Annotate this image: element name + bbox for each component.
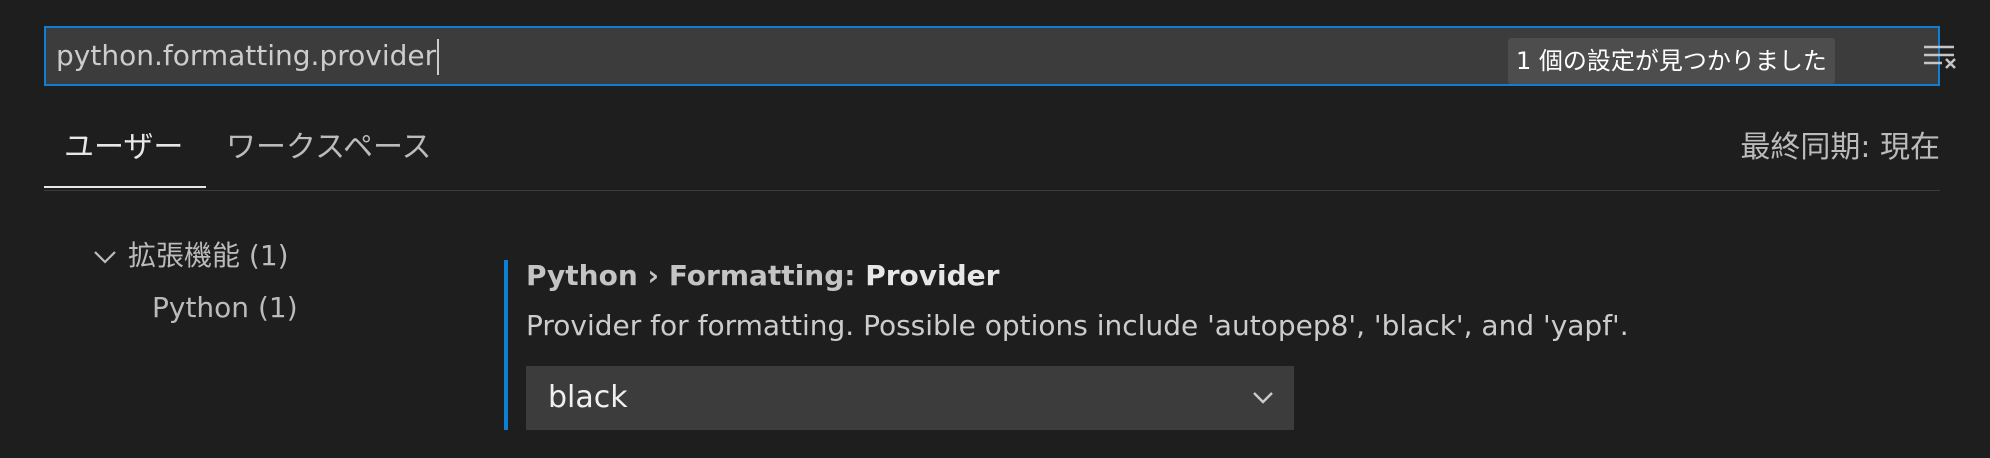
- setting-name: Provider: [865, 259, 1000, 292]
- setting-description: Provider for formatting. Possible option…: [526, 309, 1629, 342]
- setting-category: Python › Formatting:: [526, 259, 866, 292]
- provider-select[interactable]: black: [526, 366, 1294, 430]
- setting-focus-indicator: [504, 260, 508, 430]
- toc-group-label: 拡張機能 (1): [128, 239, 289, 272]
- provider-select-value[interactable]: black: [548, 366, 628, 430]
- active-tab-underline: [44, 186, 206, 188]
- tab-user[interactable]: ユーザー: [64, 120, 183, 176]
- settings-search-box[interactable]: python.formatting.provider 1 個の設定が見つかりまし…: [44, 26, 1956, 86]
- results-count-badge: 1 個の設定が見つかりました: [1508, 38, 1835, 84]
- last-sync-status: 最終同期: 現在: [1740, 130, 1940, 165]
- chevron-down-icon[interactable]: [92, 247, 118, 267]
- toc-group-extensions[interactable]: 拡張機能 (1): [92, 234, 289, 278]
- chevron-down-icon[interactable]: [1250, 386, 1276, 410]
- tabs-divider: [44, 190, 1940, 191]
- toc-item-python[interactable]: Python (1): [152, 286, 298, 330]
- setting-title: Python › Formatting: Provider: [526, 254, 999, 298]
- tab-workspace[interactable]: ワークスペース: [226, 120, 432, 176]
- search-input-value[interactable]: python.formatting.provider: [56, 39, 436, 72]
- search-input[interactable]: python.formatting.provider: [56, 28, 440, 84]
- clear-filter-icon[interactable]: [1920, 42, 1960, 72]
- text-caret: [437, 39, 440, 75]
